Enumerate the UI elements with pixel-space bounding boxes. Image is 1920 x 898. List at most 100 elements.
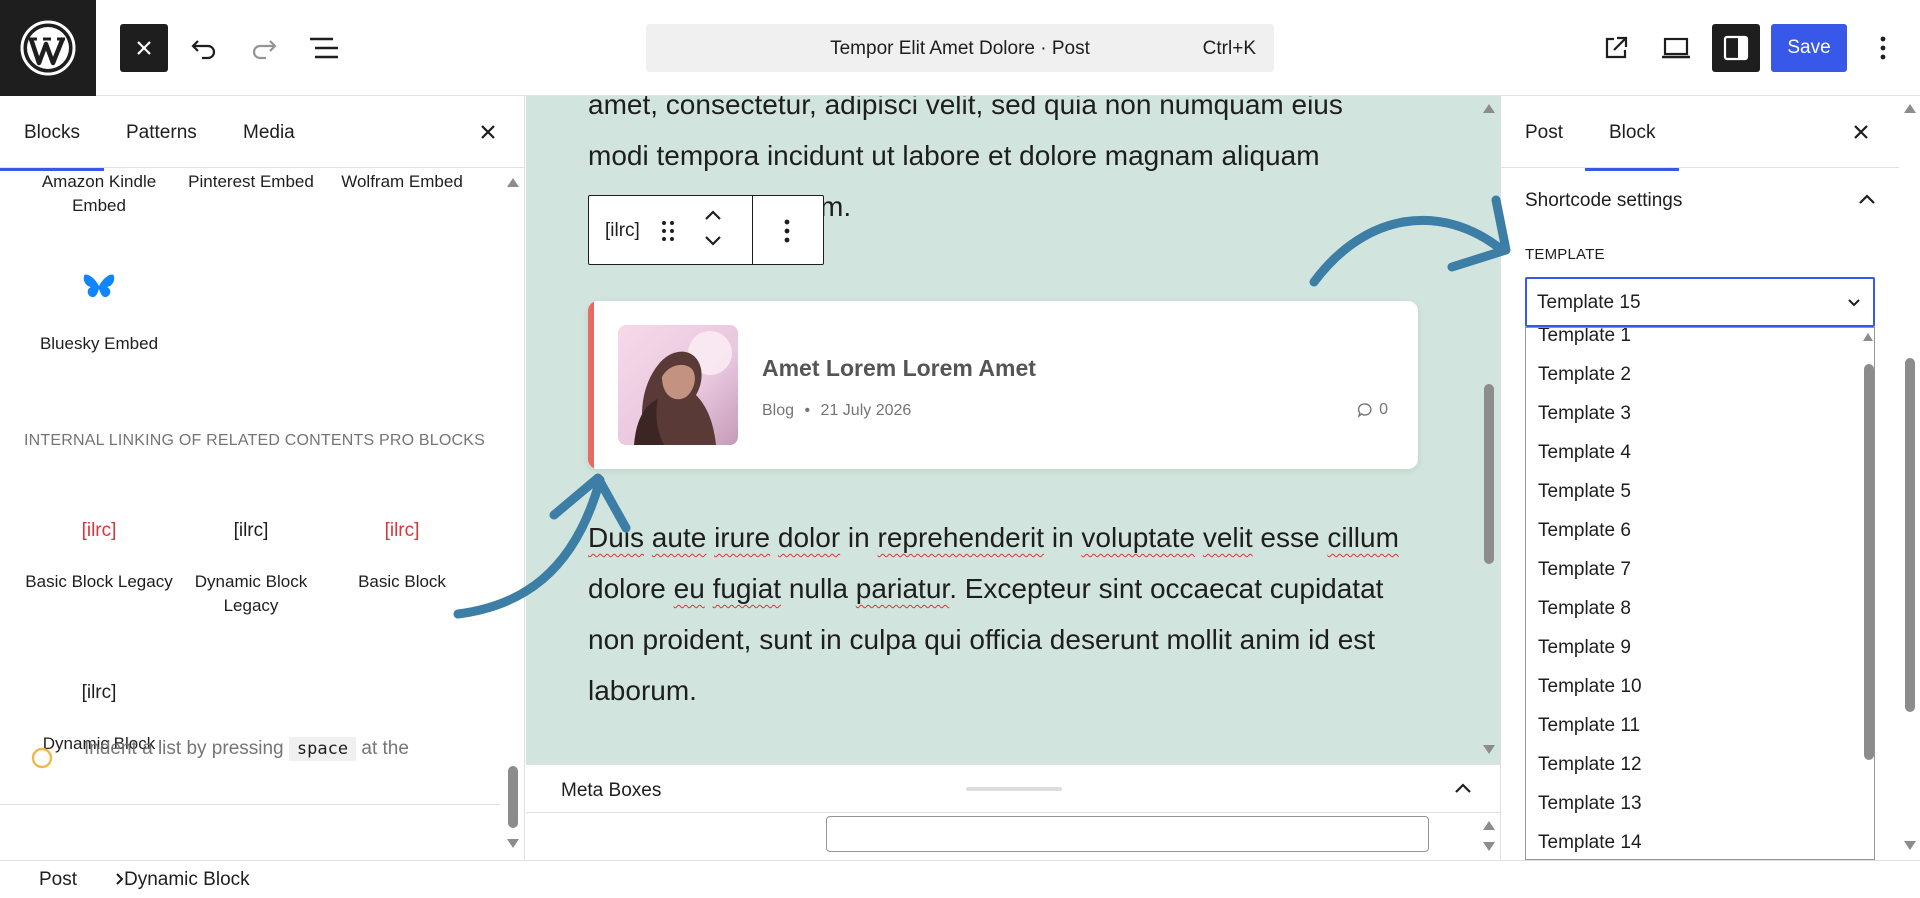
template-option[interactable]: Template 1	[1526, 328, 1874, 355]
scroll-up-arrow-icon[interactable]	[1862, 332, 1874, 342]
paragraph-block[interactable]: Duis aute irure dolor in reprehenderit i…	[588, 512, 1418, 716]
close-inserter-panel-button[interactable]	[474, 118, 502, 146]
template-option[interactable]: Template 5	[1526, 472, 1874, 511]
dropdown-scrollbar[interactable]	[1864, 364, 1874, 760]
lightbulb-icon	[31, 747, 53, 769]
paragraph-text: esse	[1252, 522, 1328, 553]
move-down-icon[interactable]	[703, 234, 723, 248]
block-bluesky-embed[interactable]: Bluesky Embed	[24, 332, 174, 356]
ilrc-section-title: INTERNAL LINKING OF RELATED CONTENTS PRO…	[24, 432, 486, 449]
template-option[interactable]: Template 12	[1526, 745, 1874, 784]
preview-button[interactable]	[1652, 24, 1700, 72]
meta-box-field[interactable]	[826, 816, 1429, 852]
sidebar-tabs: Post Block	[1501, 96, 1899, 171]
card-accent-bar	[588, 301, 594, 469]
view-post-button[interactable]	[1592, 24, 1640, 72]
resize-handle[interactable]	[966, 787, 1062, 791]
template-option[interactable]: Template 4	[1526, 433, 1874, 472]
block-pinterest-embed[interactable]: Pinterest Embed	[176, 170, 326, 194]
tip-key: space	[288, 737, 357, 761]
close-icon	[137, 41, 151, 55]
block-wolfram-embed[interactable]: Wolfram Embed	[327, 170, 477, 194]
selected-template: Template 15	[1537, 292, 1641, 313]
template-options-list: Template 15Template 14Template 13Templat…	[1525, 327, 1875, 860]
card-date: 21 July 2026	[820, 402, 912, 419]
template-option[interactable]: Template 10	[1526, 667, 1874, 706]
canvas-scrollbar[interactable]	[1484, 384, 1494, 564]
inserter-scrollbar[interactable]	[508, 766, 518, 828]
template-option[interactable]: Template 2	[1526, 355, 1874, 394]
more-vertical-icon[interactable]	[784, 219, 790, 243]
template-select[interactable]: Template 15	[1525, 277, 1875, 327]
butterfly-icon	[82, 272, 116, 307]
settings-sidebar-toggle[interactable]	[1712, 24, 1760, 72]
breadcrumb-dynamic-block[interactable]: Dynamic Block	[124, 869, 250, 891]
block-basic-block[interactable]: Basic Block	[327, 570, 477, 594]
template-option[interactable]: Template 9	[1526, 628, 1874, 667]
paragraph-text	[644, 522, 652, 553]
settings-sidebar: Post Block Shortcode settings TEMPLATE T…	[1500, 96, 1920, 860]
undo-button[interactable]	[180, 24, 228, 72]
editor-canvas[interactable]: amet, consectetur, adipisci velit, sed q…	[526, 96, 1500, 764]
template-option[interactable]: Template 13	[1526, 784, 1874, 823]
document-overview-button[interactable]	[300, 24, 348, 72]
paragraph-text: dolore	[588, 573, 674, 604]
block-type-button[interactable]: [ilrc]	[605, 220, 640, 242]
scroll-down-arrow-icon[interactable]	[1482, 841, 1496, 853]
panel-title[interactable]: Shortcode settings	[1525, 190, 1682, 212]
scroll-up-arrow-icon[interactable]	[1482, 819, 1496, 831]
drag-handle-icon[interactable]	[661, 220, 675, 242]
breadcrumb-post[interactable]: Post	[39, 869, 77, 891]
chevron-up-icon[interactable]	[1451, 777, 1475, 801]
paragraph-text	[706, 522, 714, 553]
scroll-down-arrow-icon[interactable]	[1903, 840, 1917, 852]
wordpress-logo-icon[interactable]	[0, 0, 96, 96]
move-up-icon[interactable]	[703, 208, 723, 222]
block-basic-block-legacy[interactable]: Basic Block Legacy	[24, 570, 174, 594]
chevron-down-icon	[1848, 299, 1860, 307]
command-palette-bar[interactable]: Tempor Elit Amet Dolore · Post Ctrl+K	[646, 24, 1274, 72]
ilrc-icon: [ilrc]	[81, 682, 117, 703]
toolbar-divider	[752, 196, 753, 264]
close-inserter-button[interactable]	[120, 24, 168, 72]
template-option[interactable]: Template 3	[1526, 394, 1874, 433]
scroll-up-arrow-icon[interactable]	[506, 176, 520, 188]
misspelled-word: cillum	[1327, 522, 1399, 553]
tab-block[interactable]: Block	[1584, 122, 1681, 171]
misspelled-word: velit	[1202, 522, 1253, 553]
save-button[interactable]: Save	[1771, 24, 1847, 72]
template-option[interactable]: Template 11	[1526, 706, 1874, 745]
close-icon[interactable]	[1847, 118, 1875, 146]
card-title[interactable]: Amet Lorem Lorem Amet	[762, 355, 1036, 382]
paragraph-text: nulla	[781, 573, 856, 604]
sidebar-scrollbar[interactable]	[1905, 358, 1915, 712]
redo-button[interactable]	[240, 24, 288, 72]
card-thumbnail	[618, 325, 738, 445]
meta-boxes-title[interactable]: Meta Boxes	[561, 780, 661, 802]
related-content-card[interactable]: Amet Lorem Lorem Amet Blog • 21 July 202…	[588, 301, 1418, 469]
scroll-up-arrow-icon[interactable]	[1482, 102, 1496, 114]
tab-media[interactable]: Media	[243, 122, 295, 144]
misspelled-word: pariatur	[855, 573, 950, 604]
paragraph-text	[770, 522, 778, 553]
template-option[interactable]: Template 6	[1526, 511, 1874, 550]
tab-patterns[interactable]: Patterns	[126, 122, 197, 144]
scroll-down-arrow-icon[interactable]	[506, 838, 520, 850]
card-category[interactable]: Blog	[762, 402, 794, 419]
template-label: TEMPLATE	[1525, 246, 1605, 263]
more-vertical-icon	[1880, 36, 1886, 60]
options-menu-button[interactable]	[1860, 24, 1906, 72]
template-option[interactable]: Template 7	[1526, 550, 1874, 589]
inserter-tabs: Blocks Patterns Media	[0, 96, 524, 171]
scroll-down-arrow-icon[interactable]	[1482, 744, 1496, 756]
template-option[interactable]: Template 8	[1526, 589, 1874, 628]
chevron-up-icon[interactable]	[1855, 188, 1879, 212]
block-dynamic-block-legacy[interactable]: Dynamic Block Legacy	[176, 570, 326, 618]
misspelled-word: dolor	[777, 522, 841, 553]
inserter-tip	[0, 804, 500, 860]
template-option[interactable]: Template 14	[1526, 823, 1874, 859]
tab-blocks[interactable]: Blocks	[0, 122, 104, 171]
scroll-up-arrow-icon[interactable]	[1903, 102, 1917, 114]
block-amazon-kindle-embed[interactable]: Amazon Kindle Embed	[24, 170, 174, 218]
tab-post[interactable]: Post	[1525, 122, 1563, 144]
